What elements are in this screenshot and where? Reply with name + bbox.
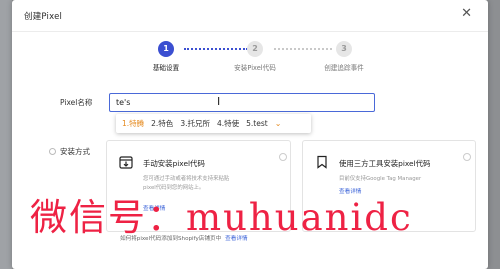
step-label: 基础设置 xyxy=(152,64,180,72)
step-create-events: 3 创建追踪事件 xyxy=(309,41,379,72)
card-description: 目前仅支持Google Tag Manager xyxy=(339,175,421,184)
card-desc-line: 目前仅支持Google Tag Manager xyxy=(339,176,422,182)
watermark-overlay: 微信号：muhuanidc xyxy=(30,196,413,239)
ime-candidate-popup: 1.特腾 2.特色 3.托兄所 4.特使 5.test ⌄ xyxy=(116,114,311,133)
dialog-title: 创建Pixel xyxy=(24,12,63,22)
bookmark-icon xyxy=(317,155,327,169)
card-radio[interactable] xyxy=(279,153,287,161)
background-page xyxy=(0,0,12,269)
step-basic-settings: 1 基础设置 xyxy=(131,41,201,72)
install-method-label: 安装方式 xyxy=(60,147,90,156)
close-icon[interactable]: ✕ xyxy=(461,6,472,21)
card-title: 手动安装pixel代码 xyxy=(143,159,205,168)
chevron-down-icon[interactable]: ⌄ xyxy=(275,119,282,128)
card-title: 使用三方工具安装pixel代码 xyxy=(339,159,431,168)
step-number: 1 xyxy=(158,41,174,57)
pixel-name-label: Pixel名称 xyxy=(60,98,93,107)
ime-candidate[interactable]: 5.test xyxy=(246,119,268,128)
card-radio[interactable] xyxy=(463,153,471,161)
download-box-icon xyxy=(119,156,133,169)
step-label: 安装Pixel代码 xyxy=(234,64,276,72)
pixel-name-input[interactable] xyxy=(109,93,375,112)
ime-candidate[interactable]: 4.特使 xyxy=(217,118,239,129)
title-divider xyxy=(12,31,488,32)
step-install-code: 2 安装Pixel代码 xyxy=(220,41,290,72)
ime-candidate[interactable]: 2.特色 xyxy=(151,118,173,129)
step-number: 2 xyxy=(247,41,263,57)
view-details-link[interactable]: 查看详情 xyxy=(339,187,361,195)
ime-candidate[interactable]: 1.特腾 xyxy=(122,118,144,129)
ime-candidate[interactable]: 3.托兄所 xyxy=(180,118,210,129)
text-cursor-icon: I xyxy=(217,95,221,108)
card-description: 您可通过手动或者将技术支持来粘贴 pixel代码到您的网站上。 xyxy=(143,175,229,193)
step-label: 创建追踪事件 xyxy=(324,64,364,72)
card-desc-line: 您可通过手动或者将技术支持来粘贴 xyxy=(143,176,230,182)
install-method-radio[interactable] xyxy=(49,148,56,155)
step-number: 3 xyxy=(336,41,352,57)
card-desc-line: pixel代码到您的网站上。 xyxy=(143,185,205,191)
